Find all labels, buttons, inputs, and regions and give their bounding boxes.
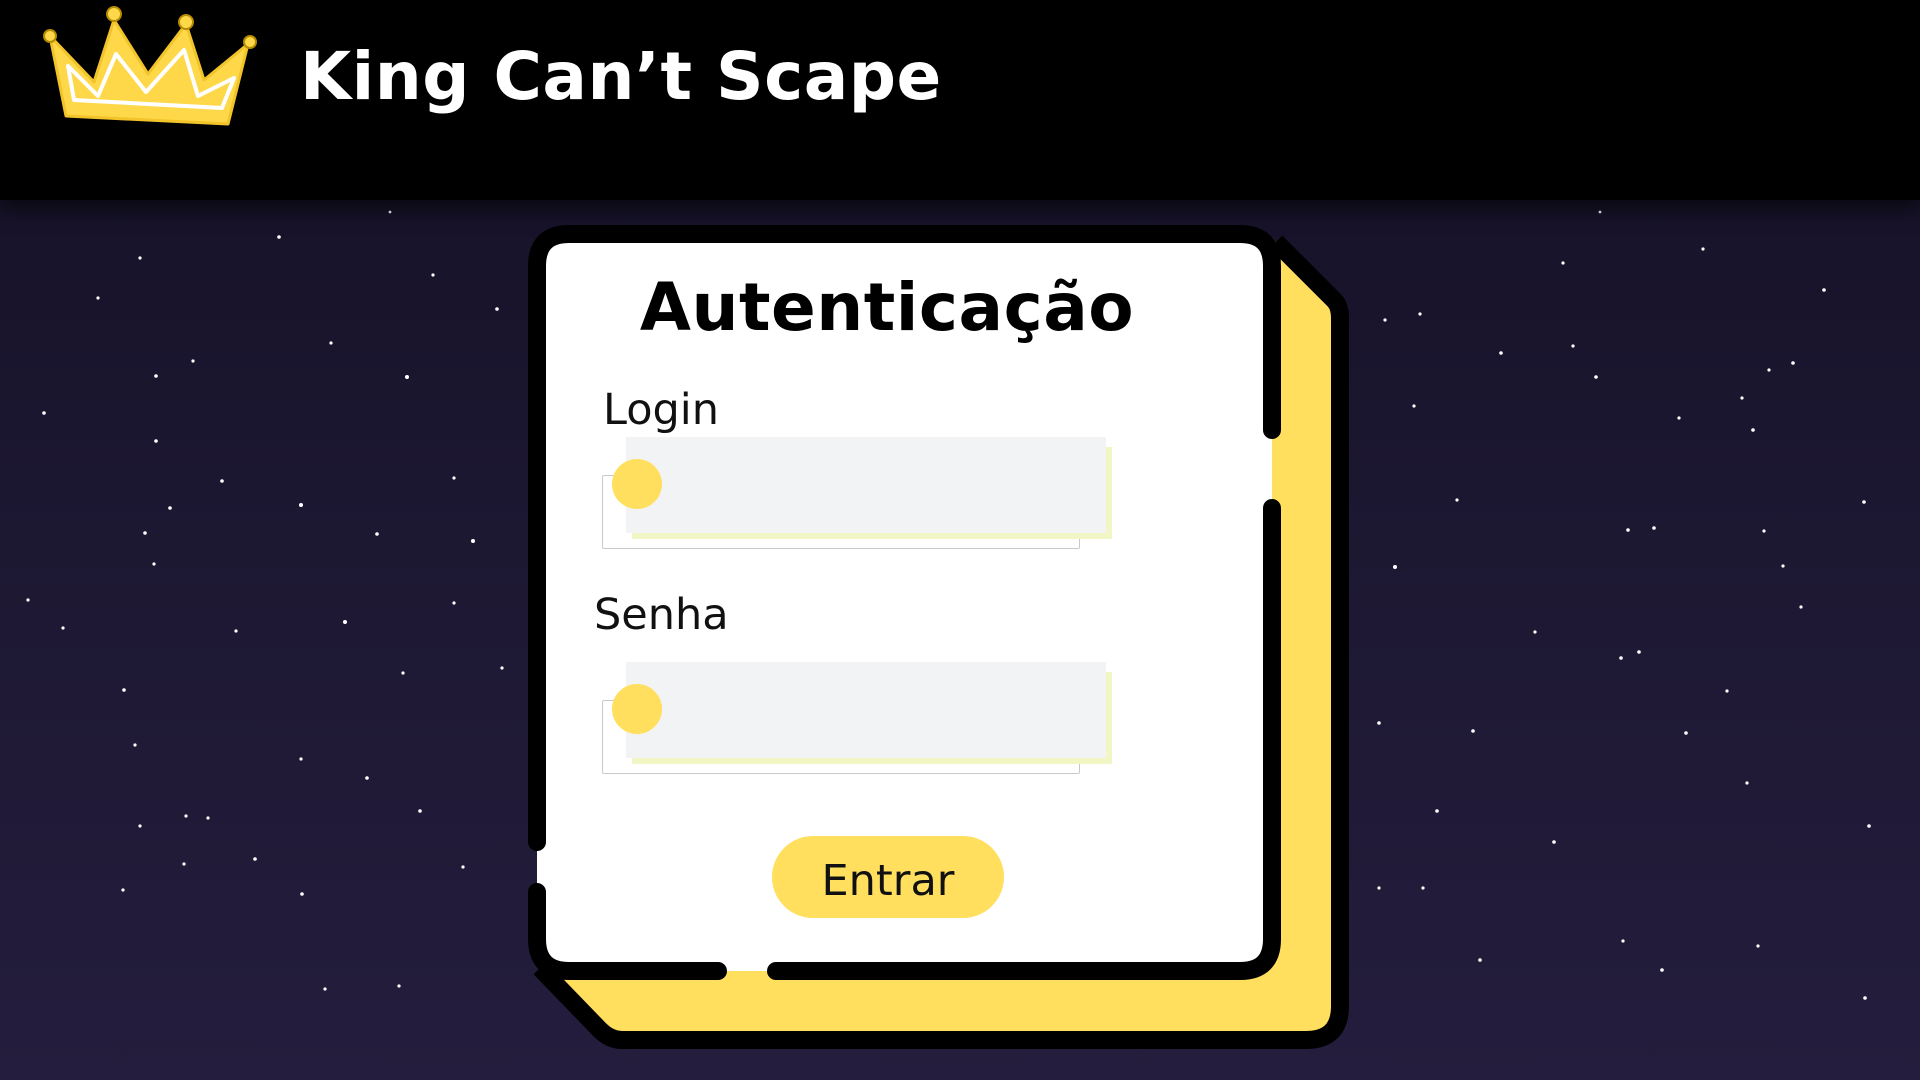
entrar-button[interactable]: Entrar bbox=[772, 836, 1004, 918]
login-field-group bbox=[602, 437, 1176, 560]
password-field-group bbox=[602, 662, 1176, 785]
login-label: Login bbox=[603, 385, 720, 435]
password-input[interactable] bbox=[626, 662, 1106, 758]
crown-icon bbox=[43, 6, 257, 126]
auth-title: Autenticação bbox=[639, 269, 1135, 346]
entrar-button-label: Entrar bbox=[821, 856, 955, 906]
login-input[interactable] bbox=[626, 437, 1106, 533]
app-title: King Can’t Scape bbox=[300, 38, 942, 115]
page: King Can’t Scape Autenticação Login Senh… bbox=[0, 0, 1920, 1080]
password-label: Senha bbox=[594, 590, 729, 640]
password-bullet-icon bbox=[612, 684, 662, 734]
auth-card: Autenticação Login Senha Entrar bbox=[546, 243, 1264, 959]
app-header: King Can’t Scape bbox=[0, 0, 1920, 200]
login-bullet-icon bbox=[612, 459, 662, 509]
